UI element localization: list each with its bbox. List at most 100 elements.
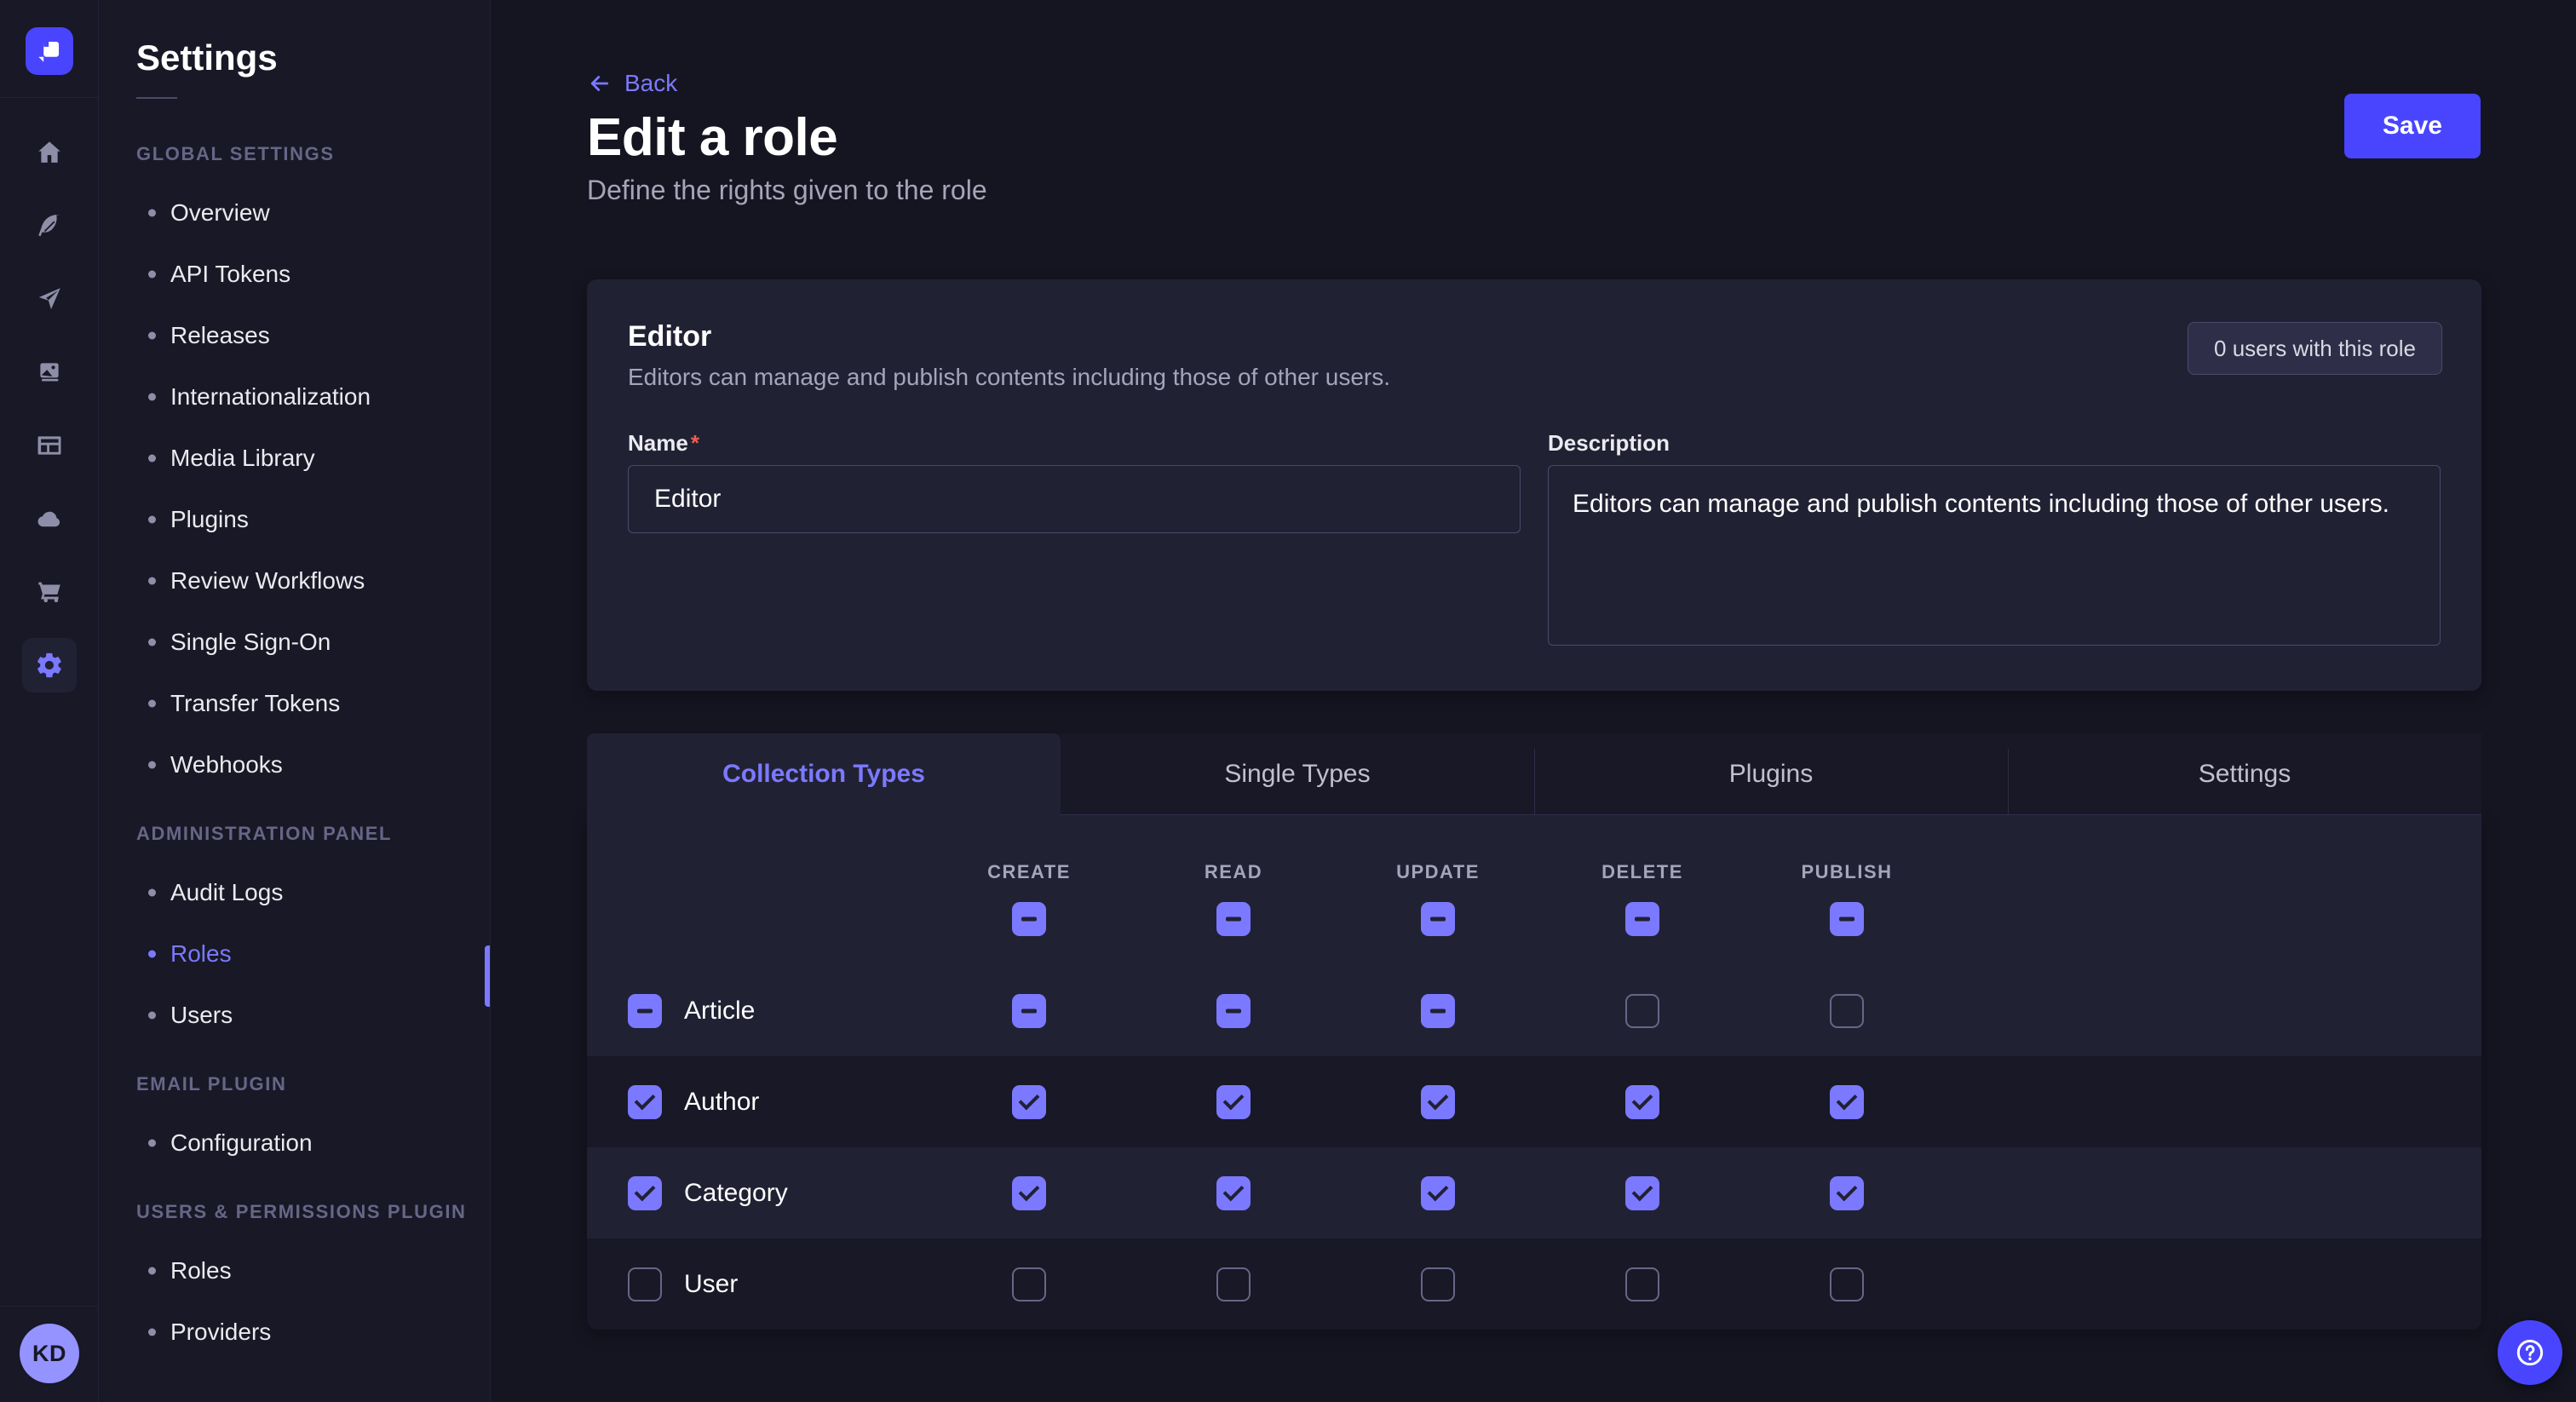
sidebar-item-users[interactable]: Users xyxy=(136,1002,451,1029)
required-asterisk: * xyxy=(691,430,699,456)
name-label: Name* xyxy=(628,440,699,454)
user-delete-checkbox[interactable] xyxy=(1625,1267,1659,1301)
save-button[interactable]: Save xyxy=(2344,94,2481,158)
section-users-permissions-plugin: USERS & PERMISSIONS PLUGIN xyxy=(136,1201,490,1223)
content-type-builder-feather-icon[interactable] xyxy=(22,198,77,253)
sidebar-item-api-tokens[interactable]: API Tokens xyxy=(136,261,451,288)
sidebar-item-audit-logs[interactable]: Audit Logs xyxy=(136,879,451,906)
sidebar-item-plugins[interactable]: Plugins xyxy=(136,506,451,533)
user-update-checkbox[interactable] xyxy=(1421,1267,1455,1301)
back-link[interactable]: Back xyxy=(587,70,677,97)
header-spacer xyxy=(587,815,927,965)
table-row-author: Author xyxy=(587,1056,2481,1147)
table-row-user: User xyxy=(587,1238,2481,1330)
select-all-update-checkbox[interactable] xyxy=(1421,902,1455,936)
article-delete-checkbox[interactable] xyxy=(1625,994,1659,1028)
sidebar-item-transfer-tokens[interactable]: Transfer Tokens xyxy=(136,690,451,717)
role-description-text: Editors can manage and publish contents … xyxy=(628,364,2441,391)
row-label: Author xyxy=(684,1088,759,1117)
section-global-settings: GLOBAL SETTINGS xyxy=(136,143,490,165)
select-all-publish-checkbox[interactable] xyxy=(1830,902,1864,936)
article-publish-checkbox[interactable] xyxy=(1830,994,1864,1028)
sidebar-item-roles-admin[interactable]: Roles xyxy=(136,940,451,968)
category-delete-checkbox[interactable] xyxy=(1625,1176,1659,1210)
row-user-checkbox[interactable] xyxy=(628,1267,662,1301)
main-content: Back Edit a role Define the rights given… xyxy=(491,0,2576,1402)
author-create-checkbox[interactable] xyxy=(1012,1085,1046,1119)
author-delete-checkbox[interactable] xyxy=(1625,1085,1659,1119)
strapi-logo[interactable] xyxy=(26,27,73,75)
rail-icons xyxy=(22,106,77,692)
cloud-icon[interactable] xyxy=(22,491,77,546)
section-administration-panel: ADMINISTRATION PANEL xyxy=(136,823,490,845)
subnav-title: Settings xyxy=(136,37,490,78)
category-create-checkbox[interactable] xyxy=(1012,1176,1046,1210)
app-root: KD Settings GLOBAL SETTINGS Overview API… xyxy=(0,0,2576,1402)
sidebar-item-configuration[interactable]: Configuration xyxy=(136,1129,451,1157)
description-textarea[interactable]: Editors can manage and publish contents … xyxy=(1548,465,2441,646)
tab-collection-types[interactable]: Collection Types xyxy=(587,733,1061,815)
category-update-checkbox[interactable] xyxy=(1421,1176,1455,1210)
description-label: Description xyxy=(1548,440,1670,454)
sidebar-item-roles-up[interactable]: Roles xyxy=(136,1257,451,1284)
releases-send-icon[interactable] xyxy=(22,272,77,326)
table-row-article: Article xyxy=(587,965,2481,1056)
author-update-checkbox[interactable] xyxy=(1421,1085,1455,1119)
role-name-heading: Editor xyxy=(628,320,2441,353)
home-icon[interactable] xyxy=(22,125,77,180)
sidebar-item-overview[interactable]: Overview xyxy=(136,199,451,227)
author-read-checkbox[interactable] xyxy=(1216,1085,1251,1119)
column-create: CREATE xyxy=(927,815,1131,965)
users-with-role-button[interactable]: 0 users with this role xyxy=(2188,322,2442,375)
help-button[interactable] xyxy=(2498,1320,2562,1385)
tab-single-types[interactable]: Single Types xyxy=(1061,733,1534,815)
category-publish-checkbox[interactable] xyxy=(1830,1176,1864,1210)
content-manager-layout-icon[interactable] xyxy=(22,418,77,473)
sidebar-item-webhooks[interactable]: Webhooks xyxy=(136,751,451,779)
category-read-checkbox[interactable] xyxy=(1216,1176,1251,1210)
select-all-create-checkbox[interactable] xyxy=(1012,902,1046,936)
sidebar-item-single-sign-on[interactable]: Single Sign-On xyxy=(136,629,451,656)
row-label: User xyxy=(684,1270,738,1299)
sidebar-item-providers[interactable]: Providers xyxy=(136,1319,451,1346)
article-create-checkbox[interactable] xyxy=(1012,994,1046,1028)
select-all-read-checkbox[interactable] xyxy=(1216,902,1251,936)
name-field-group: Name* xyxy=(628,430,1521,650)
section-email-plugin: EMAIL PLUGIN xyxy=(136,1073,490,1095)
role-details-card: Editor Editors can manage and publish co… xyxy=(587,279,2481,691)
row-head: Article xyxy=(587,994,927,1028)
avatar[interactable]: KD xyxy=(20,1324,79,1383)
article-update-checkbox[interactable] xyxy=(1421,994,1455,1028)
tab-plugins[interactable]: Plugins xyxy=(1534,733,2008,815)
role-fields-row: Name* Description Editors can manage and… xyxy=(628,430,2441,650)
media-library-icon[interactable] xyxy=(22,345,77,399)
global-settings-list: Overview API Tokens Releases Internation… xyxy=(136,199,490,779)
sidebar-item-review-workflows[interactable]: Review Workflows xyxy=(136,567,451,595)
sidebar-item-internationalization[interactable]: Internationalization xyxy=(136,383,451,411)
tab-settings[interactable]: Settings xyxy=(2008,733,2481,815)
column-read: READ xyxy=(1131,815,1336,965)
row-head: Category xyxy=(587,1176,927,1210)
article-read-checkbox[interactable] xyxy=(1216,994,1251,1028)
user-publish-checkbox[interactable] xyxy=(1830,1267,1864,1301)
page-title: Edit a role xyxy=(587,107,2481,168)
arrow-left-icon xyxy=(587,71,612,96)
column-publish: PUBLISH xyxy=(1745,815,1949,965)
marketplace-cart-icon[interactable] xyxy=(22,565,77,619)
settings-subnav: Settings GLOBAL SETTINGS Overview API To… xyxy=(99,0,491,1402)
row-category-checkbox[interactable] xyxy=(628,1176,662,1210)
rail-bottom: KD xyxy=(0,1306,99,1402)
user-create-checkbox[interactable] xyxy=(1012,1267,1046,1301)
header-filler xyxy=(1949,815,2481,965)
author-publish-checkbox[interactable] xyxy=(1830,1085,1864,1119)
user-read-checkbox[interactable] xyxy=(1216,1267,1251,1301)
name-input[interactable] xyxy=(628,465,1521,533)
row-head: Author xyxy=(587,1085,927,1119)
row-article-checkbox[interactable] xyxy=(628,994,662,1028)
settings-gear-icon[interactable] xyxy=(22,638,77,692)
sidebar-item-releases[interactable]: Releases xyxy=(136,322,451,349)
select-all-delete-checkbox[interactable] xyxy=(1625,902,1659,936)
row-author-checkbox[interactable] xyxy=(628,1085,662,1119)
sidebar-item-media-library[interactable]: Media Library xyxy=(136,445,451,472)
administration-panel-list: Audit Logs Roles Users xyxy=(136,879,490,1029)
